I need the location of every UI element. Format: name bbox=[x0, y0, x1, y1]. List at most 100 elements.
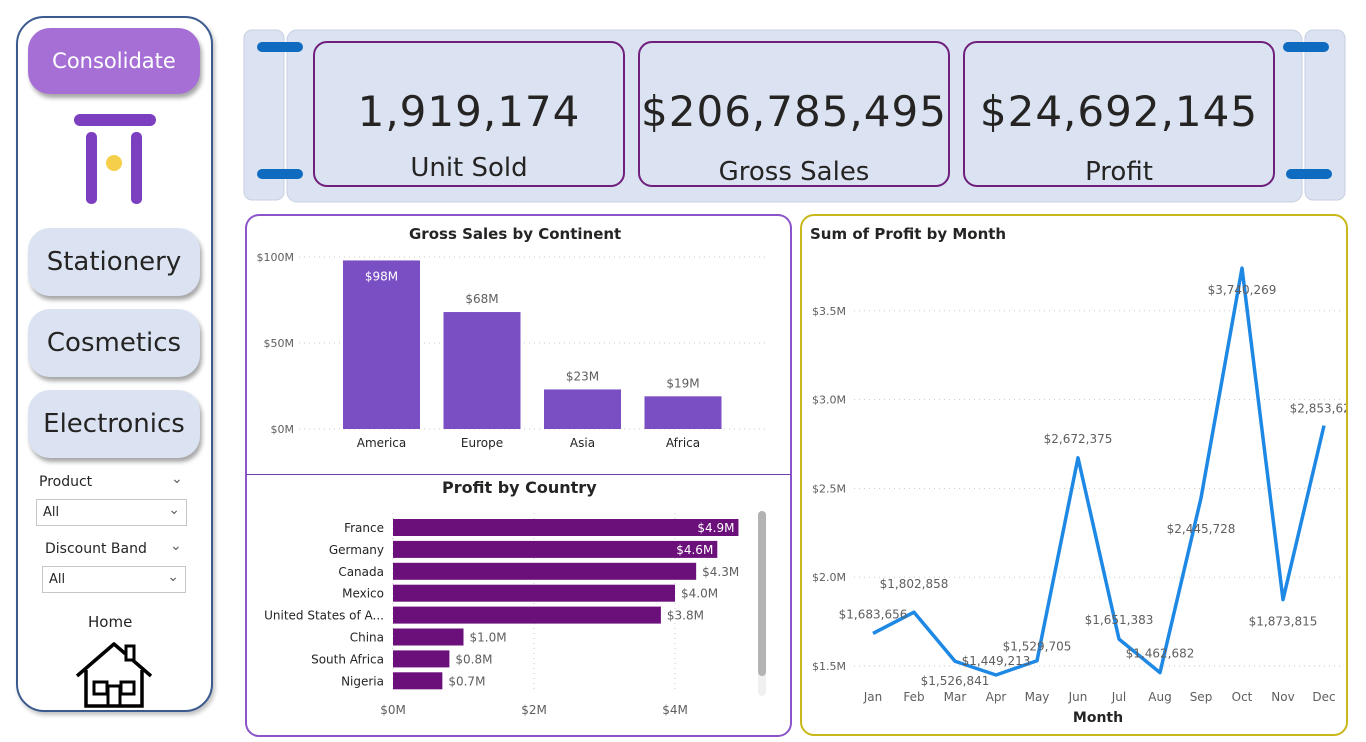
electronics-button[interactable]: Electronics bbox=[28, 390, 200, 458]
bar bbox=[393, 519, 739, 536]
chevron-down-icon: ⌄ bbox=[168, 502, 180, 518]
x-tick-label: Asia bbox=[570, 436, 595, 450]
discount-slicer-title: Discount Band bbox=[45, 541, 147, 557]
chevron-down-icon[interactable]: ⌄ bbox=[171, 471, 183, 487]
bar bbox=[393, 562, 697, 580]
bar bbox=[443, 312, 521, 429]
gross-sales-by-continent-panel: Gross Sales by Continent $0M $50M $100M $98… bbox=[245, 214, 792, 476]
y-tick-label: $3.0M bbox=[812, 394, 846, 407]
bar bbox=[393, 540, 718, 558]
units-sold-card: 1,919,174 Unit Sold bbox=[313, 41, 625, 187]
y-tick-label: Germany bbox=[329, 543, 384, 557]
x-tick-label: Aug bbox=[1148, 690, 1171, 704]
product-dropdown[interactable]: All ⌄ bbox=[36, 499, 187, 526]
gross-sales-label: Gross Sales bbox=[718, 157, 870, 187]
data-label: $0.8M bbox=[455, 652, 492, 666]
data-label: $23M bbox=[566, 369, 599, 383]
x-tick-label: Jan bbox=[863, 690, 883, 704]
data-label: $1,526,841 bbox=[921, 674, 990, 688]
bar bbox=[393, 584, 675, 602]
x-tick-label: Nov bbox=[1271, 690, 1294, 704]
bar bbox=[393, 650, 450, 668]
data-label: $1,802,858 bbox=[880, 577, 949, 591]
chevron-down-icon: ⌄ bbox=[167, 569, 179, 585]
x-tick-label: $2M bbox=[521, 703, 547, 717]
bar bbox=[544, 389, 621, 429]
data-label: $1,529,705 bbox=[1003, 640, 1072, 654]
bar bbox=[644, 396, 722, 429]
data-label: $1,462,682 bbox=[1126, 647, 1195, 661]
y-tick-label: United States of A... bbox=[264, 609, 384, 623]
data-label: $2,445,728 bbox=[1167, 522, 1236, 536]
gross-sales-chart: $0M $50M $100M $98M America $68M Europe $23M Asi… bbox=[257, 251, 767, 450]
y-tick-label: $3.5M bbox=[812, 305, 846, 318]
data-label: $98M bbox=[365, 269, 398, 283]
y-tick-label: $100M bbox=[257, 251, 295, 264]
gross-sales-card: $206,785,495 Gross Sales bbox=[638, 41, 950, 187]
scrollbar-track[interactable] bbox=[758, 511, 766, 696]
x-tick-label: Dec bbox=[1312, 690, 1335, 704]
data-label: $4.9M bbox=[697, 521, 734, 535]
scrollbar-thumb[interactable] bbox=[758, 511, 766, 676]
bar bbox=[393, 628, 464, 646]
data-label: $1,873,815 bbox=[1249, 615, 1318, 629]
data-label: $1,683,656 bbox=[839, 607, 908, 621]
profit-by-month-panel: Sum of Profit by Month $1.5M $2.0M $2.5M $3… bbox=[800, 214, 1348, 736]
data-label: $1,449,213 bbox=[962, 654, 1031, 668]
data-label: $3,740,269 bbox=[1208, 283, 1277, 297]
y-tick-label: $0M bbox=[271, 423, 295, 436]
bar bbox=[393, 606, 661, 624]
y-tick-label: Mexico bbox=[342, 587, 384, 601]
x-tick-label: America bbox=[357, 436, 407, 450]
discount-dropdown[interactable]: All ⌄ bbox=[42, 566, 186, 593]
data-label: $2,853,620 bbox=[1290, 402, 1346, 416]
x-tick-label: Apr bbox=[986, 690, 1007, 704]
data-label: $19M bbox=[666, 376, 699, 390]
x-tick-label: Mar bbox=[944, 690, 967, 704]
x-tick-label: Oct bbox=[1232, 690, 1253, 704]
profit-by-country-chart: $0M $2M $4M France $4.9M Germany $4.6M Canada $4… bbox=[264, 513, 739, 717]
data-label: $4.3M bbox=[702, 565, 739, 579]
x-tick-label: $0M bbox=[380, 703, 406, 717]
y-tick-label: South Africa bbox=[311, 652, 384, 666]
discount-dropdown-value: All bbox=[49, 572, 66, 587]
data-label: $3.8M bbox=[667, 609, 704, 623]
data-label: $1.0M bbox=[470, 631, 507, 645]
x-tick-label: Jul bbox=[1111, 690, 1126, 704]
y-tick-label: France bbox=[344, 521, 384, 535]
home-label: Home bbox=[88, 613, 133, 631]
data-label: $0.7M bbox=[448, 674, 485, 688]
x-tick-label: Africa bbox=[666, 436, 700, 450]
x-tick-label: Feb bbox=[903, 690, 924, 704]
y-tick-label: Nigeria bbox=[341, 674, 384, 688]
y-tick-label: China bbox=[350, 631, 384, 645]
units-sold-value: 1,919,174 bbox=[357, 87, 581, 136]
gross-sales-value: $206,785,495 bbox=[641, 87, 947, 136]
x-tick-label: Sep bbox=[1190, 690, 1213, 704]
data-label: $68M bbox=[465, 292, 498, 306]
x-tick-label: Europe bbox=[461, 436, 503, 450]
cosmetics-button[interactable]: Cosmetics bbox=[28, 309, 200, 377]
y-tick-label: $1.5M bbox=[812, 660, 846, 673]
profit-by-month-chart: $1.5M $2.0M $2.5M $3.0M $3.5M Jan Feb Mar Apr May… bbox=[812, 266, 1346, 726]
product-dropdown-value: All bbox=[43, 505, 60, 520]
profit-by-country-panel: Profit by Country $0M $2M $4M France $4.9M Ge… bbox=[245, 475, 792, 737]
y-tick-label: Canada bbox=[338, 565, 384, 579]
x-tick-label: Jun bbox=[1068, 690, 1088, 704]
x-tick-label: May bbox=[1025, 690, 1050, 704]
bar bbox=[393, 672, 443, 690]
y-tick-label: $50M bbox=[264, 337, 295, 350]
data-label: $4.0M bbox=[681, 587, 718, 601]
house-icon[interactable] bbox=[74, 640, 154, 708]
chevron-down-icon[interactable]: ⌄ bbox=[170, 538, 182, 554]
brand-logo-icon bbox=[74, 114, 156, 204]
profit-value: $24,692,145 bbox=[979, 87, 1259, 136]
stationery-button[interactable]: Stationery bbox=[28, 228, 200, 296]
consolidate-button[interactable]: Consolidate bbox=[28, 28, 200, 94]
y-tick-label: $2.5M bbox=[812, 482, 846, 495]
product-slicer-title: Product bbox=[39, 474, 93, 490]
x-axis-title: Month bbox=[1073, 710, 1123, 726]
bar bbox=[343, 260, 420, 429]
data-label: $4.6M bbox=[676, 543, 713, 557]
data-label: $1,651,383 bbox=[1085, 613, 1154, 627]
